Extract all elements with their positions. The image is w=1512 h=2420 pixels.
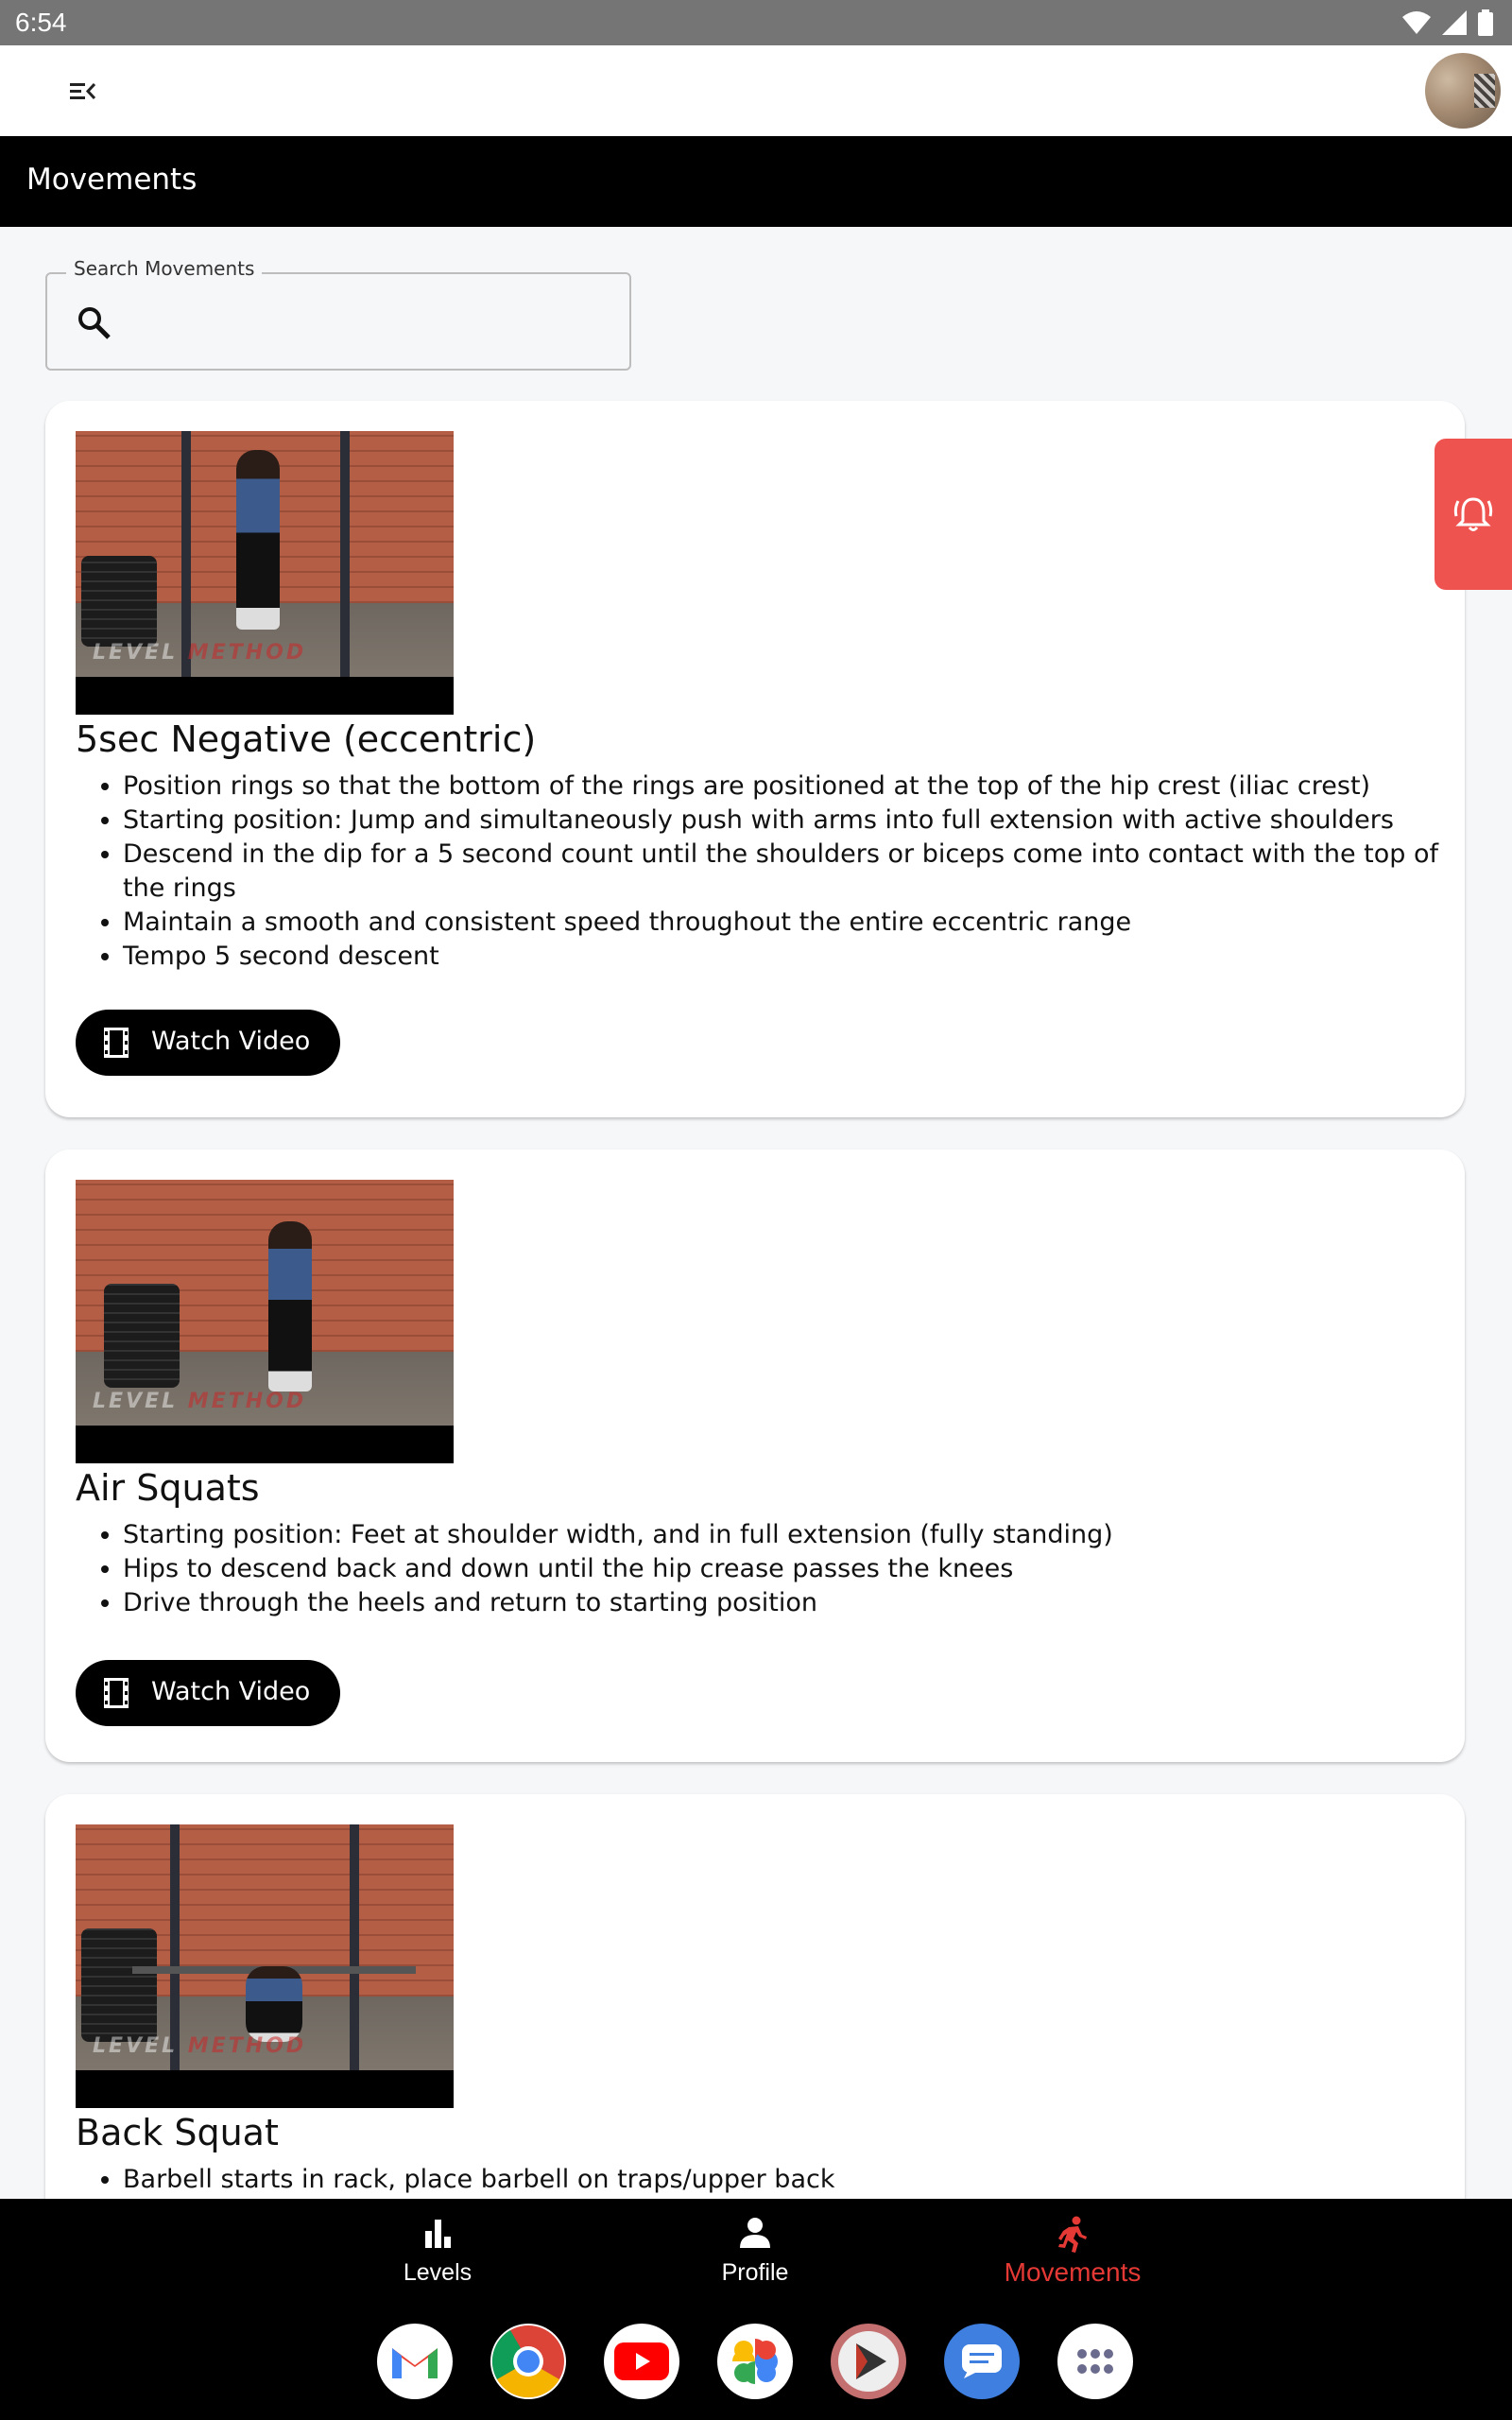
chrome-icon[interactable] <box>490 2324 566 2399</box>
movement-steps: Position rings so that the bottom of the… <box>76 769 1465 974</box>
movement-steps: Starting position: Feet at shoulder widt… <box>76 1518 1465 1620</box>
watermark-logo: LEVEL METHOD <box>93 1390 307 1413</box>
photos-icon[interactable] <box>717 2324 793 2399</box>
battery-icon <box>1478 9 1493 36</box>
movement-thumbnail[interactable]: LEVEL METHOD <box>76 1824 454 2108</box>
running-icon <box>1058 2216 1087 2253</box>
nav-label: Profile <box>721 2259 789 2286</box>
search-icon <box>78 307 111 339</box>
step-item: Starting position: Feet at shoulder widt… <box>123 1518 1465 1552</box>
page-title: Movements <box>26 163 198 197</box>
gmail-icon[interactable] <box>377 2324 453 2399</box>
step-item: Descend in the dip for a 5 second count … <box>123 838 1465 906</box>
step-item: Starting position: Jump and simultaneous… <box>123 804 1465 838</box>
app-bar <box>0 45 1512 136</box>
nav-item-levels[interactable]: Levels <box>296 2199 579 2305</box>
nav-label: Movements <box>1004 2257 1142 2287</box>
notification-bell-button[interactable] <box>1435 439 1512 590</box>
messages-icon[interactable] <box>944 2324 1020 2399</box>
nav-label: Levels <box>403 2259 472 2286</box>
menu-toggle-button[interactable] <box>59 76 100 106</box>
thumbnail-scene: LEVEL METHOD <box>76 431 454 677</box>
status-bar: 6:54 <box>0 0 1512 45</box>
level-method-app-icon[interactable] <box>831 2324 906 2399</box>
search-field[interactable]: Search Movements <box>45 257 631 371</box>
status-icons <box>1402 9 1493 36</box>
bell-ring-icon <box>1453 497 1493 531</box>
movement-title: 5sec Negative (eccentric) <box>76 718 537 760</box>
step-item: Tempo 5 second descent <box>123 940 1465 974</box>
status-time: 6:54 <box>15 8 67 37</box>
watch-video-label: Watch Video <box>151 1027 311 1056</box>
signal-icon <box>1442 10 1467 35</box>
step-item: Position rings so that the bottom of the… <box>123 769 1465 804</box>
step-item: Maintain a smooth and consistent speed t… <box>123 906 1465 940</box>
movement-card: LEVEL METHOD 5sec Negative (eccentric) P… <box>45 401 1465 1117</box>
search-label: Search Movements <box>66 257 263 280</box>
watch-video-label: Watch Video <box>151 1677 311 1706</box>
thumbnail-scene: LEVEL METHOD <box>76 1180 454 1426</box>
wifi-icon <box>1402 11 1431 34</box>
film-icon <box>104 1028 129 1058</box>
bar-chart-icon <box>425 2220 451 2248</box>
step-item: Drive through the heels and return to st… <box>123 1586 1465 1620</box>
movement-title: Back Squat <box>76 2112 279 2153</box>
movement-thumbnail[interactable]: LEVEL METHOD <box>76 1180 454 1463</box>
watermark-logo: LEVEL METHOD <box>93 2034 307 2058</box>
page-header: Movements <box>0 136 1512 227</box>
menu-collapse-icon <box>70 82 96 100</box>
nav-item-profile[interactable]: Profile <box>613 2199 897 2305</box>
movement-steps: Barbell starts in rack, place barbell on… <box>76 2163 1465 2197</box>
watermark-logo: LEVEL METHOD <box>93 641 307 665</box>
film-icon <box>104 1678 129 1708</box>
watch-video-button[interactable]: Watch Video <box>76 1660 340 1726</box>
app-drawer-icon[interactable] <box>1057 2324 1133 2399</box>
person-icon <box>740 2218 770 2248</box>
thumbnail-scene: LEVEL METHOD <box>76 1824 454 2070</box>
step-item: Barbell starts in rack, place barbell on… <box>123 2163 1465 2197</box>
user-avatar[interactable] <box>1425 53 1501 129</box>
search-input[interactable] <box>132 293 609 352</box>
nav-item-movements[interactable]: Movements <box>931 2199 1214 2305</box>
bottom-navigation: Levels Profile Movements <box>0 2199 1512 2305</box>
search-box[interactable] <box>45 272 631 371</box>
movement-card: LEVEL METHOD Air Squats Starting positio… <box>45 1150 1465 1762</box>
step-item: Hips to descend back and down until the … <box>123 1552 1465 1586</box>
movement-thumbnail[interactable]: LEVEL METHOD <box>76 431 454 715</box>
movement-title: Air Squats <box>76 1467 260 1509</box>
system-dock <box>0 2305 1512 2420</box>
youtube-icon[interactable] <box>604 2324 679 2399</box>
watch-video-button[interactable]: Watch Video <box>76 1010 340 1076</box>
